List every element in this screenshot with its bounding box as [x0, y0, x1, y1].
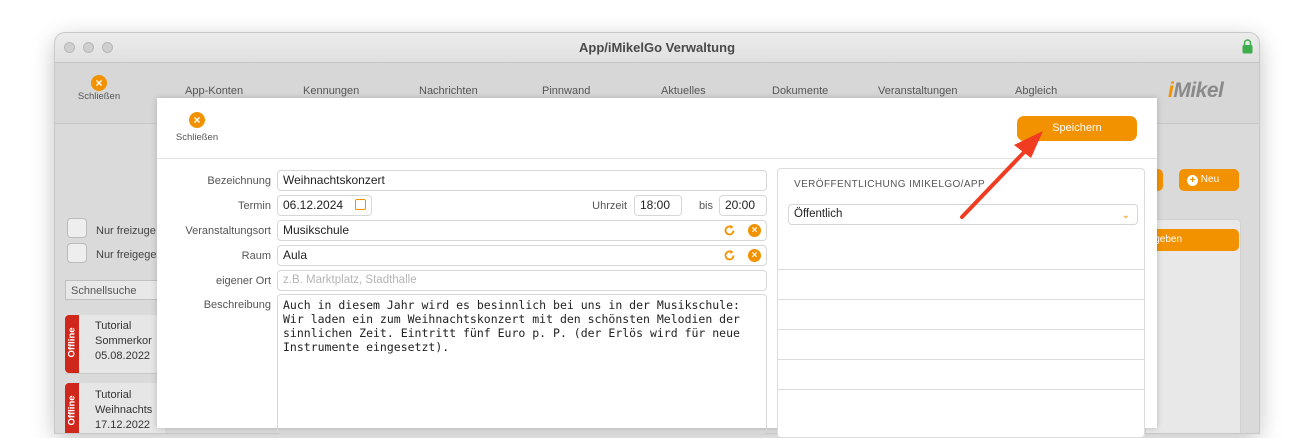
annotation-arrow — [960, 131, 1043, 219]
